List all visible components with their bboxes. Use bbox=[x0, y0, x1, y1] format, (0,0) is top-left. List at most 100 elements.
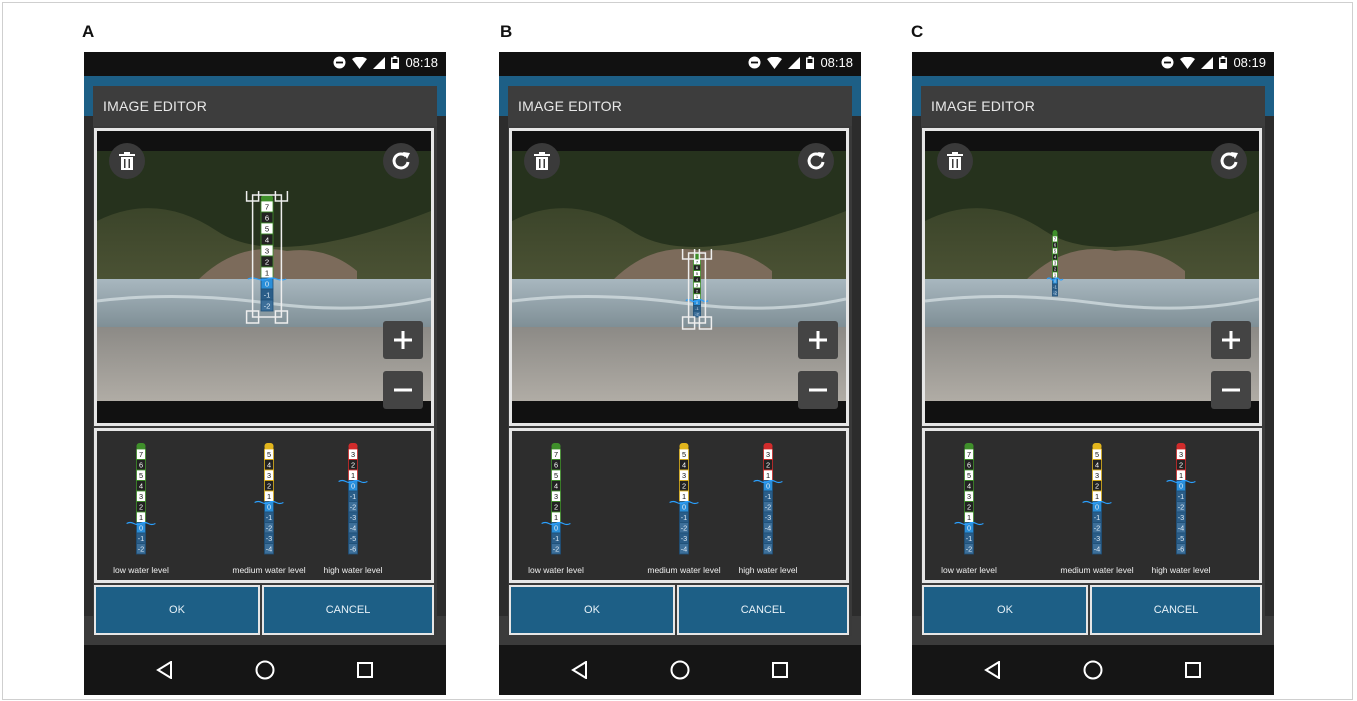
panel-label-b: B bbox=[500, 22, 513, 41]
back-triangle-icon[interactable] bbox=[980, 657, 1006, 683]
gauge-tick-label: 1 bbox=[351, 471, 355, 480]
rotate-icon[interactable] bbox=[1211, 143, 1247, 179]
gauge-tick-label: 2 bbox=[351, 460, 355, 469]
rotate-icon[interactable] bbox=[383, 143, 419, 179]
gauge-tick-label: -1 bbox=[553, 534, 560, 543]
gauge-tick-label: 1 bbox=[1179, 471, 1183, 480]
gauge-tick-label: 4 bbox=[139, 481, 143, 490]
placed-gauge: 76543210-1-2 bbox=[681, 246, 713, 330]
gauge-tick-label: 2 bbox=[766, 460, 770, 469]
home-circle-icon[interactable] bbox=[1080, 657, 1106, 683]
signal-icon bbox=[373, 56, 386, 69]
gauge-label: low water level bbox=[113, 565, 169, 575]
wifi-icon bbox=[767, 56, 783, 69]
plus-icon[interactable] bbox=[798, 321, 838, 359]
gauge-tick-label: 2 bbox=[139, 502, 143, 511]
gauge-tick-label: 7 bbox=[554, 450, 558, 459]
image-canvas[interactable]: 7 6 5 4 3 2 1 0 -1 -2 bbox=[509, 128, 849, 426]
gauge-tick-label: -2 bbox=[1094, 523, 1101, 532]
dialog-title: IMAGE EDITOR bbox=[921, 86, 1265, 126]
cancel-button[interactable]: CANCEL bbox=[1090, 585, 1262, 635]
gauge-tick-label: -1 bbox=[350, 492, 357, 501]
gauge-tick-label: -1 bbox=[966, 534, 973, 543]
gauge-tick-label: -1 bbox=[266, 513, 273, 522]
gauge-tick-label: 1 bbox=[554, 513, 558, 522]
gauge-tick-label: 3 bbox=[267, 471, 271, 480]
gauge-tick-label: 3 bbox=[351, 450, 355, 459]
gauge-tick-label: -2 bbox=[1053, 291, 1057, 296]
gauge-tick-label: -1 bbox=[1178, 492, 1185, 501]
gauge-option-0[interactable]: 7 6 5 4 3 2 1 0 -1 -2 low water level bbox=[97, 439, 185, 579]
gauge-tick-label: 1 bbox=[265, 268, 269, 277]
gauge-tick-label: -1 bbox=[765, 492, 772, 501]
dialog-title: IMAGE EDITOR bbox=[508, 86, 852, 126]
gauge-tick-label: -6 bbox=[765, 544, 772, 553]
status-bar: 08:18 bbox=[499, 52, 861, 76]
nav-bar bbox=[912, 645, 1274, 695]
recents-square-icon[interactable] bbox=[767, 657, 793, 683]
gauge-tick-label: -3 bbox=[350, 513, 357, 522]
phone-screen-a: 08:18 IMAGE EDITOR 7 6 5 4 3 2 1 0 -1 -2… bbox=[84, 52, 446, 695]
ok-button[interactable]: OK bbox=[94, 585, 260, 635]
gauge-option-2[interactable]: 3 2 1 0 -1 -2 -3 -4 -5 -6 high water level bbox=[307, 439, 399, 579]
staff-gauge-icon: 76543210-1-2 bbox=[126, 443, 156, 555]
back-triangle-icon[interactable] bbox=[567, 657, 593, 683]
gauge-option-2[interactable]: 3 2 1 0 -1 -2 -3 -4 -5 -6 high water level bbox=[1135, 439, 1227, 579]
plus-icon[interactable] bbox=[383, 321, 423, 359]
minus-icon[interactable] bbox=[383, 371, 423, 409]
gauge-tick-label: 3 bbox=[682, 471, 686, 480]
gauge-option-0[interactable]: 7 6 5 4 3 2 1 0 -1 -2 low water level bbox=[512, 439, 600, 579]
image-canvas[interactable]: 7 6 5 4 3 2 1 0 -1 -2 bbox=[922, 128, 1262, 426]
gauge-overlay[interactable]: 7 6 5 4 3 2 1 0 -1 -2 bbox=[237, 188, 297, 341]
image-editor-dialog: IMAGE EDITOR 7 6 5 4 3 2 1 0 -1 -2 7 6 5… bbox=[508, 86, 852, 636]
gauge-option-0[interactable]: 7 6 5 4 3 2 1 0 -1 -2 low water level bbox=[925, 439, 1013, 579]
recents-square-icon[interactable] bbox=[352, 657, 378, 683]
gauge-label: high water level bbox=[738, 565, 798, 575]
gauge-selector: 7 6 5 4 3 2 1 0 -1 -2 low water level 5 4 3 2 1 0 -1 -2-… bbox=[922, 428, 1262, 583]
image-canvas[interactable]: 7 6 5 4 3 2 1 0 -1 -2 bbox=[94, 128, 434, 426]
gauge-tick-label: -5 bbox=[765, 534, 772, 543]
minus-icon[interactable] bbox=[798, 371, 838, 409]
gauge-tick-label: 2 bbox=[1179, 460, 1183, 469]
clock: 08:18 bbox=[820, 55, 853, 70]
gauge-tick-label: -1 bbox=[1053, 285, 1057, 290]
ok-button[interactable]: OK bbox=[509, 585, 675, 635]
home-circle-icon[interactable] bbox=[667, 657, 693, 683]
gauge-overlay[interactable]: 7 6 5 4 3 2 1 0 -1 -2 bbox=[677, 246, 717, 339]
cancel-button[interactable]: CANCEL bbox=[677, 585, 849, 635]
gauge-option-2[interactable]: 3 2 1 0 -1 -2 -3 -4 -5 -6 high water level bbox=[722, 439, 814, 579]
staff-gauge-icon: 3210-1-2-3-4-5-6 bbox=[338, 443, 368, 555]
gauge-label: low water level bbox=[528, 565, 584, 575]
rotate-icon[interactable] bbox=[798, 143, 834, 179]
gauge-tick-label: 3 bbox=[766, 450, 770, 459]
ok-button[interactable]: OK bbox=[922, 585, 1088, 635]
home-circle-icon[interactable] bbox=[252, 657, 278, 683]
back-triangle-icon[interactable] bbox=[152, 657, 178, 683]
minus-icon[interactable] bbox=[1211, 371, 1251, 409]
gauge-tick-label: -2 bbox=[765, 502, 772, 511]
staff-gauge-icon: 76543210-1-2 bbox=[954, 443, 984, 555]
gauge-tick-label: 0 bbox=[265, 279, 269, 288]
gauge-tick-label: -4 bbox=[765, 523, 772, 532]
trash-icon[interactable] bbox=[524, 143, 560, 179]
gauge-tick-label: -2 bbox=[553, 544, 560, 553]
gauge-tick-label: 4 bbox=[967, 481, 971, 490]
wifi-icon bbox=[1180, 56, 1196, 69]
gauge-label: high water level bbox=[1151, 565, 1211, 575]
water-line bbox=[1046, 277, 1064, 281]
gauge-tick-label: 4 bbox=[554, 481, 558, 490]
gauge-tick-label: -1 bbox=[681, 513, 688, 522]
gauge-tick-label: 6 bbox=[967, 460, 971, 469]
recents-square-icon[interactable] bbox=[1180, 657, 1206, 683]
river-photo bbox=[925, 151, 1259, 401]
gauge-overlay[interactable]: 7 6 5 4 3 2 1 0 -1 -2 bbox=[1035, 226, 1075, 316]
image-editor-dialog: IMAGE EDITOR 7 6 5 4 3 2 1 0 -1 -2 7 6 5… bbox=[93, 86, 437, 636]
gauge-tick-label: 3 bbox=[265, 246, 269, 255]
cancel-button[interactable]: CANCEL bbox=[262, 585, 434, 635]
gauge-tick-label: 5 bbox=[554, 471, 558, 480]
gauge-tick-label: 4 bbox=[682, 460, 686, 469]
trash-icon[interactable] bbox=[109, 143, 145, 179]
trash-icon[interactable] bbox=[937, 143, 973, 179]
plus-icon[interactable] bbox=[1211, 321, 1251, 359]
gauge-tick-label: 2 bbox=[554, 502, 558, 511]
